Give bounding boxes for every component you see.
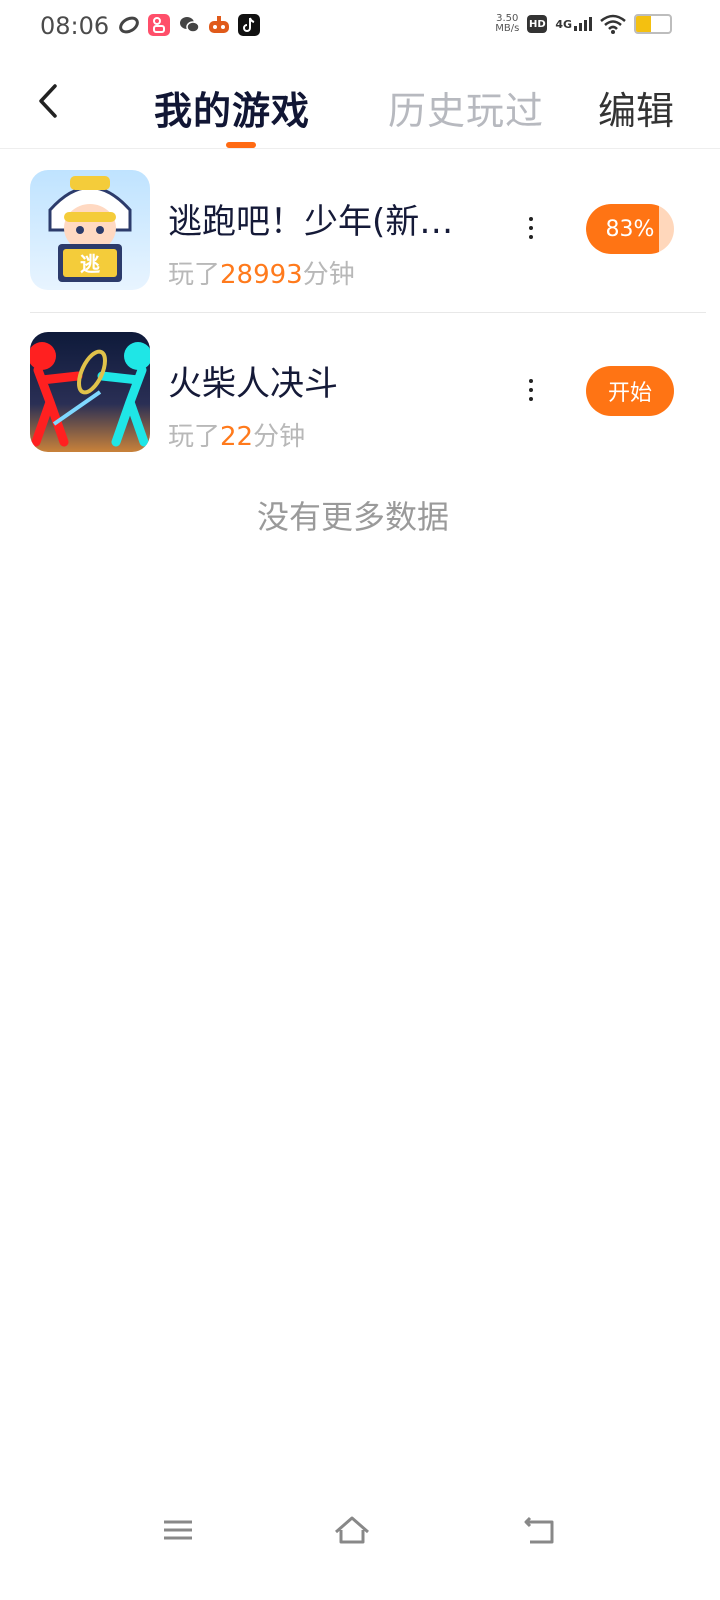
game-icon-escape[interactable]: 逃 — [30, 170, 150, 290]
kuaishou-icon — [148, 14, 170, 36]
sync-icon — [118, 14, 140, 36]
game-list-item[interactable]: 火柴人决斗 玩了22分钟 开始 — [30, 314, 706, 474]
game-playtime: 玩了28993分钟 — [168, 254, 355, 291]
wechat-icon — [178, 14, 200, 36]
more-options-button[interactable] — [520, 208, 542, 248]
game-icon — [208, 14, 230, 36]
network-speed: 3.50 MB/s — [495, 14, 519, 34]
tab-my-games[interactable]: 我的游戏 — [154, 80, 310, 135]
playtime-suffix: 分钟 — [253, 422, 306, 452]
more-options-button[interactable] — [520, 370, 542, 410]
playtime-minutes: 28993 — [220, 260, 303, 290]
hd-badge: HD — [527, 15, 548, 33]
game-title: 火柴人决斗 — [168, 364, 338, 404]
playtime-suffix: 分钟 — [302, 260, 355, 290]
wifi-icon — [600, 14, 626, 34]
no-more-data-text: 没有更多数据 — [256, 498, 449, 536]
playtime-minutes: 22 — [220, 422, 254, 452]
page-header: 我的游戏 历史玩过 编辑 — [0, 58, 720, 149]
tiktok-icon — [238, 14, 260, 36]
more-dots-icon — [529, 217, 533, 221]
signal-icon: 4G — [555, 17, 592, 31]
notification-icons — [118, 14, 260, 36]
playtime-prefix: 玩了 — [168, 260, 221, 290]
status-indicators: 3.50 MB/s HD 4G — [495, 14, 672, 34]
tab-history-played[interactable]: 历史玩过 — [388, 80, 544, 135]
back-icon[interactable] — [520, 1510, 560, 1550]
edit-button[interactable]: 编辑 — [598, 80, 674, 135]
game-list-item[interactable]: 逃 逃跑吧！少年(新… 玩了28993分钟 83% — [30, 152, 706, 313]
battery-icon — [634, 14, 672, 34]
chevron-left-icon — [39, 84, 57, 118]
more-dots-icon — [529, 379, 533, 383]
download-progress-button[interactable]: 83% — [586, 204, 674, 254]
game-icon-stickman[interactable] — [30, 332, 150, 452]
active-tab-indicator — [226, 142, 256, 148]
system-nav-bar — [0, 1500, 720, 1560]
status-bar: 08:06 3.50 MB/s HD 4G — [0, 0, 720, 56]
game-title: 逃跑吧！少年(新… — [168, 202, 454, 242]
network-type: 4G — [555, 18, 572, 31]
status-time: 08:06 — [40, 12, 110, 40]
svg-text:逃: 逃 — [80, 252, 101, 276]
back-button[interactable] — [28, 78, 68, 124]
progress-label: 83% — [605, 216, 655, 242]
network-speed-unit: MB/s — [495, 23, 520, 34]
playtime-prefix: 玩了 — [168, 422, 221, 452]
home-icon[interactable] — [332, 1510, 372, 1550]
menu-icon[interactable] — [158, 1510, 198, 1550]
start-game-button[interactable]: 开始 — [586, 366, 674, 416]
game-playtime: 玩了22分钟 — [168, 416, 305, 453]
